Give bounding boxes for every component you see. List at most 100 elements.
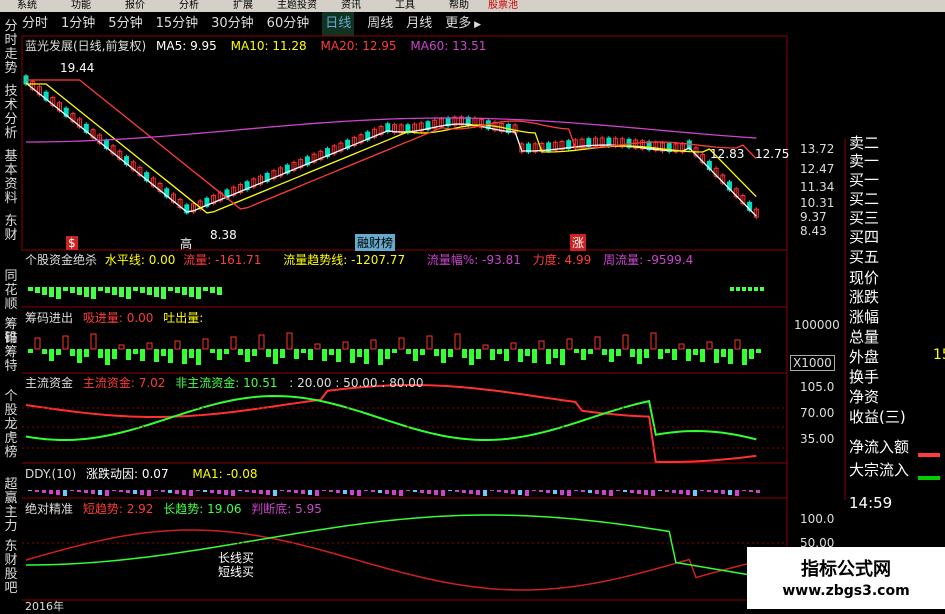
ddy-bar — [77, 490, 81, 492]
ddy-bar — [140, 490, 144, 495]
fund-flow: 流量: -161.71 — [183, 253, 262, 267]
quote-item-5: 买四 — [849, 228, 880, 246]
ma20-label: MA20: 12.95 — [320, 39, 397, 53]
ddy-bar — [224, 490, 228, 495]
fund-panel-header: 个股资金绝杀 水平线: 0.00 流量: -161.71 流量趋势线: -120… — [25, 251, 693, 268]
chip-bar — [322, 349, 327, 361]
chip-bar — [441, 349, 446, 363]
ddy-bar — [602, 490, 606, 495]
fund-bar — [35, 287, 40, 293]
ddy-bar — [665, 490, 669, 492]
ddy-bar — [588, 490, 592, 493]
ddy-bar — [301, 490, 305, 494]
chip-bar — [378, 349, 383, 365]
ddy-bar — [119, 490, 123, 492]
chip-bar — [49, 349, 54, 361]
ma60-label: MA60: 13.51 — [410, 39, 487, 53]
chip-bar — [84, 349, 89, 357]
quote-item-2: 买一 — [849, 171, 880, 189]
main-title: 主流资金 — [25, 376, 74, 390]
long-trend-line — [25, 514, 757, 577]
chip-bar — [252, 349, 257, 356]
ddy-bar — [651, 490, 655, 496]
chip-bar — [538, 340, 545, 350]
ddy-bar — [245, 490, 249, 492]
ddy-bar — [420, 490, 424, 493]
chip-bar — [112, 349, 117, 359]
chip-bar — [714, 349, 719, 363]
ddy-bar — [329, 490, 333, 492]
ddy-bar — [455, 490, 459, 492]
ddy-bar — [336, 490, 340, 493]
chip-bar — [518, 349, 523, 362]
chip-bar — [350, 349, 355, 363]
quote-item-6: 买五 — [849, 248, 880, 266]
chip-bar — [154, 349, 159, 362]
ddy-bar — [490, 490, 494, 491]
fund-bar — [147, 287, 152, 295]
chip-bar — [566, 338, 573, 350]
fund-bar — [736, 287, 740, 291]
watermark: 指标公式网 www.zbgs3.com — [747, 547, 945, 609]
chip-bar — [686, 349, 691, 361]
chip-panel-header: 筹码进出 吸进量: 0.00 吐出量: — [25, 309, 203, 326]
short-buy-annotation: 短线买 — [218, 565, 255, 579]
chip-bar — [510, 342, 517, 350]
y-tick: 105.0 — [800, 380, 835, 394]
chip-bar — [146, 342, 153, 350]
ddy-bar — [287, 490, 291, 492]
chip-bar — [105, 349, 110, 365]
ddy-panel-header: DDY.(10) 涨跌动因: 0.07 MA1: -0.08 — [25, 465, 258, 482]
chip-bar — [161, 349, 166, 356]
ddy-bar — [525, 490, 529, 496]
fund-title: 个股资金绝杀 — [25, 253, 98, 267]
fund-bar — [42, 287, 47, 295]
fund-trend: 流量趋势线: -1207.77 — [283, 253, 406, 267]
price-panel-header: 蓝光发展(日线,前复权) MA5: 9.95 MA10: 11.28 MA20:… — [25, 37, 486, 54]
chip-bar — [301, 349, 306, 353]
ma10-label: MA10: 11.28 — [230, 39, 307, 53]
chip-bar — [574, 349, 579, 353]
fund-force: 力度: 4.99 — [532, 253, 592, 267]
ddy-bar — [574, 490, 578, 491]
event-tag-1[interactable]: 融财榜 — [355, 234, 396, 251]
ddy-bar — [371, 490, 375, 492]
chip-bar — [140, 349, 145, 361]
fund-bar — [56, 287, 61, 299]
ddy-title: DDY.(10) — [25, 467, 77, 481]
chip-bar — [266, 349, 271, 357]
chip-bar — [650, 332, 657, 350]
ddy-bar — [308, 490, 312, 495]
ddy-bar — [231, 490, 235, 496]
quote-item-4: 买三 — [849, 209, 880, 227]
ddy-bar — [385, 490, 389, 494]
chip-bar — [70, 349, 75, 356]
abs-panel-header: 绝对精准 短趋势: 2.92 长趋势: 19.06 判断底: 5.95 — [25, 500, 322, 517]
y-tick: 11.34 — [800, 180, 835, 194]
chip-bar — [42, 349, 47, 354]
ddy-bar — [35, 490, 39, 492]
event-tag-2[interactable]: 涨 — [570, 234, 587, 251]
fund-bar — [133, 287, 138, 291]
chip-bar — [210, 349, 215, 353]
chip-title: 筹码进出 — [25, 311, 74, 325]
chip-bar — [230, 336, 237, 350]
ddy-bar — [315, 490, 319, 496]
ddy-bar — [595, 490, 599, 494]
ddy-bar — [441, 490, 445, 496]
event-tag-3[interactable]: $ — [66, 236, 78, 250]
chip-bar — [314, 343, 321, 350]
ddy-bar — [112, 490, 116, 491]
ddy-bar — [735, 490, 739, 496]
ddy-bar — [553, 490, 557, 494]
chip-bar — [448, 349, 453, 357]
quote-item-16: 大宗流入 — [849, 461, 910, 479]
main-capital: 主流资金: 7.02 — [82, 376, 166, 390]
chip-bar — [392, 349, 397, 353]
fund-bar — [175, 287, 180, 293]
chip-bar — [336, 349, 341, 362]
ddy-bar — [217, 490, 221, 494]
chip-bar — [118, 344, 125, 350]
ddy-bar — [294, 490, 298, 493]
chip-bar — [189, 349, 194, 358]
